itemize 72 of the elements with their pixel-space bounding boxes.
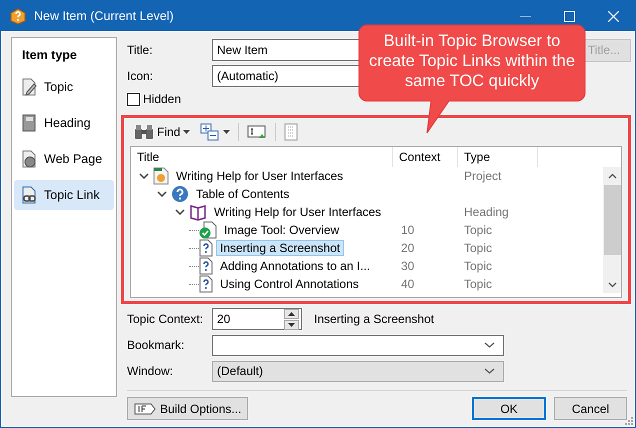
item-type-option[interactable]: Heading — [14, 108, 114, 138]
item-type-option[interactable]: Topic Link — [14, 180, 114, 210]
collapse-chevron-icon[interactable] — [175, 209, 185, 215]
close-icon[interactable] — [608, 10, 618, 22]
help-page-icon — [199, 239, 213, 257]
build-options-button[interactable]: Build Options... — [127, 397, 248, 420]
ok-button[interactable]: OK — [472, 397, 546, 420]
tag-icon — [134, 402, 156, 414]
pencil-page-icon — [20, 78, 38, 96]
book-icon — [189, 203, 207, 221]
type-cell: Project — [464, 169, 502, 183]
resize-grip-icon[interactable] — [625, 417, 633, 425]
chevron-down-icon — [484, 368, 495, 374]
tree-item[interactable]: Using Control Annotations — [216, 276, 363, 292]
cancel-button[interactable]: Cancel — [554, 397, 627, 420]
hidden-checkbox[interactable] — [127, 92, 140, 106]
field-label: Title: — [127, 43, 154, 57]
type-cell: Topic — [464, 259, 492, 273]
tree-item[interactable]: Inserting a Screenshot — [216, 240, 344, 256]
panel-heading: Item type — [22, 48, 78, 62]
tree-item[interactable]: Writing Help for User Interfaces — [172, 168, 348, 184]
type-cell: Topic — [464, 241, 492, 255]
tree-item[interactable]: Writing Help for User Interfaces — [210, 204, 386, 220]
find-button[interactable]: Find — [132, 121, 192, 143]
book-icon — [20, 114, 38, 132]
context-cell: 10 — [401, 223, 414, 237]
link-page-icon — [20, 186, 38, 204]
insert-field-icon[interactable] — [247, 124, 268, 140]
checked-page-icon — [199, 221, 217, 239]
field-label: Icon: — [127, 69, 154, 83]
collapse-chevron-icon[interactable] — [157, 191, 167, 197]
grid-page-icon[interactable] — [284, 123, 298, 141]
caret-icon — [183, 130, 190, 134]
context-cell: 30 — [401, 259, 414, 273]
field-label: Window: — [127, 364, 174, 378]
scrollbar[interactable] — [603, 167, 621, 293]
window-title: New Item (Current Level) — [34, 9, 175, 23]
collapse-chevron-icon[interactable] — [139, 173, 149, 179]
type-cell: Heading — [464, 205, 509, 219]
scroll-down-icon[interactable] — [608, 282, 616, 288]
app-icon — [9, 7, 27, 25]
item-type-option[interactable]: Web Page — [14, 144, 114, 174]
type-cell: Topic — [464, 223, 492, 237]
context-cell: 40 — [401, 277, 414, 291]
maximize-icon[interactable] — [564, 10, 574, 22]
context-cell: 20 — [401, 241, 414, 255]
chevron-down-icon — [484, 342, 495, 348]
column-header[interactable]: Type — [458, 147, 538, 167]
topic-context-spinner[interactable]: 20 — [212, 308, 302, 330]
tree-item[interactable]: Table of Contents — [192, 186, 294, 202]
window-dropdown[interactable]: (Default) — [212, 360, 504, 382]
spin-up-icon[interactable] — [288, 312, 295, 316]
item-type-option[interactable]: Topic — [14, 72, 114, 102]
tree-item[interactable]: Adding Annotations to an I... — [216, 258, 374, 274]
tree-item[interactable]: Image Tool: Overview — [220, 222, 344, 238]
globe-page-icon — [20, 150, 38, 168]
help-page-icon — [199, 275, 213, 293]
topic-name: Inserting a Screenshot — [314, 312, 434, 326]
help-page-icon — [199, 257, 213, 275]
bookmark-dropdown[interactable] — [212, 334, 504, 356]
spin-down-icon[interactable] — [288, 322, 295, 326]
checkbox-label[interactable]: Hidden — [143, 92, 182, 106]
type-cell: Topic — [464, 277, 492, 291]
column-header[interactable]: Context — [393, 147, 458, 167]
expand-collapse-icon[interactable] — [200, 123, 220, 141]
field-label: Topic Context: — [127, 312, 204, 326]
help-icon — [171, 185, 189, 203]
caret-icon[interactable] — [223, 130, 230, 134]
binoculars-icon — [134, 124, 154, 140]
scroll-up-icon[interactable] — [608, 172, 616, 178]
project-icon — [153, 167, 169, 185]
field-label: Bookmark: — [127, 338, 186, 352]
